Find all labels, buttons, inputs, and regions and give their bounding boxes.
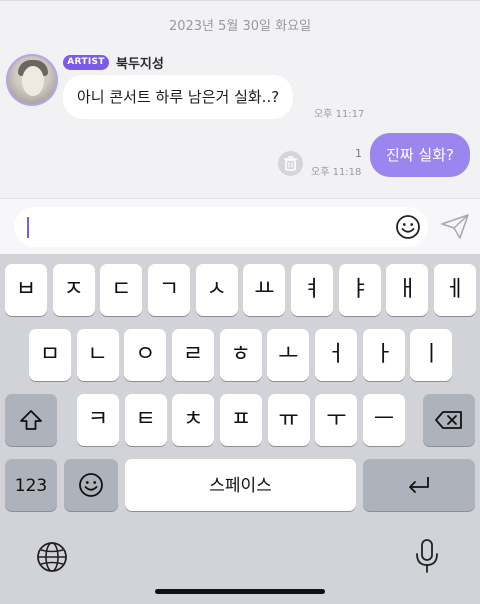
home-indicator [155, 589, 325, 594]
emoji-icon[interactable] [64, 459, 118, 511]
key-ㅣ[interactable]: ㅣ [410, 329, 453, 381]
key-ㄱ[interactable]: ㄱ [148, 264, 190, 316]
key-ㅛ[interactable]: ㅛ [243, 264, 286, 316]
return-icon[interactable] [363, 459, 475, 511]
key-ㄷ[interactable]: ㄷ [100, 264, 143, 316]
outgoing-message-time: 오후 11:18 [311, 167, 362, 178]
key-ㅎ[interactable]: ㅎ [219, 329, 262, 381]
key-ㅌ[interactable]: ㅌ [124, 394, 167, 446]
key-ㅜ[interactable]: ㅜ [315, 394, 358, 446]
key-ㅗ[interactable]: ㅗ [267, 329, 310, 381]
key-ㅋ[interactable]: ㅋ [77, 394, 119, 446]
shift-arrow-icon[interactable] [5, 394, 57, 446]
globe-icon[interactable] [36, 541, 68, 573]
trash-icon[interactable] [278, 151, 303, 176]
date-divider: 2023년 5월 30일 화요일 [168, 19, 312, 34]
key-ㅁ[interactable]: ㅁ [29, 329, 71, 381]
artist-badge: ARTIST [63, 55, 109, 70]
unread-count: 1 [355, 147, 362, 160]
key-ㄴ[interactable]: ㄴ [76, 329, 119, 381]
key-ㅑ[interactable]: ㅑ [338, 264, 381, 316]
sender-name[interactable]: 북두지성 [116, 53, 164, 72]
numbers-key-label: 123 [14, 476, 48, 496]
key-ㅓ[interactable]: ㅓ [315, 329, 358, 381]
message-input[interactable] [14, 207, 428, 247]
key-ㅠ[interactable]: ㅠ [267, 394, 310, 446]
backspace-icon[interactable] [423, 394, 475, 446]
space-key-label: 스페이스 [209, 476, 272, 496]
key-ㅇ[interactable]: ㅇ [124, 329, 167, 381]
keyboard: ㅂㅈㄷㄱㅅㅛㅕㅑㅐㅔ ㅁㄴㅇㄹㅎㅗㅓㅏㅣ ㅋㅌㅊㅍㅠㅜㅡ 123 스페이스 [0, 254, 480, 604]
space-key[interactable]: 스페이스 [125, 459, 356, 511]
key-ㅕ[interactable]: ㅕ [291, 264, 334, 316]
microphone-icon[interactable] [414, 538, 440, 574]
key-ㅂ[interactable]: ㅂ [5, 264, 47, 316]
key-ㅔ[interactable]: ㅔ [434, 264, 477, 316]
avatar[interactable] [6, 54, 58, 106]
incoming-message-time: 오후 11:17 [314, 109, 365, 120]
outgoing-message-bubble[interactable]: 진짜 실화? [370, 133, 470, 177]
key-ㅈ[interactable]: ㅈ [52, 264, 95, 316]
smiley-icon[interactable] [395, 214, 421, 240]
key-ㅡ[interactable]: ㅡ [363, 394, 406, 446]
key-ㅍ[interactable]: ㅍ [220, 394, 262, 446]
key-ㅏ[interactable]: ㅏ [362, 329, 405, 381]
chat-area: 2023년 5월 30일 화요일 ARTIST 북두지성 아니 콘서트 하루 남… [0, 0, 480, 198]
text-caret [27, 217, 29, 238]
incoming-message-bubble[interactable]: 아니 콘서트 하루 남은거 실화..? [63, 75, 294, 119]
numbers-key[interactable]: 123 [5, 459, 57, 511]
paper-plane-icon[interactable] [440, 212, 470, 240]
key-ㅊ[interactable]: ㅊ [172, 394, 215, 446]
key-ㄹ[interactable]: ㄹ [172, 329, 214, 381]
key-ㅐ[interactable]: ㅐ [386, 264, 429, 316]
key-ㅅ[interactable]: ㅅ [195, 264, 238, 316]
